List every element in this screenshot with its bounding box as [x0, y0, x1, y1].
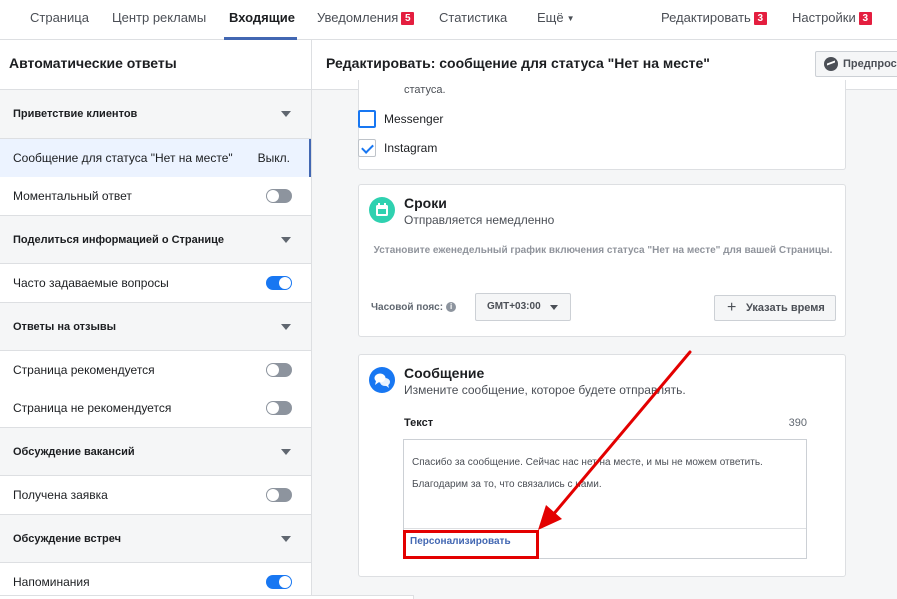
section-title: Обсуждение вакансий	[13, 446, 135, 458]
sidebar-item-faq[interactable]: Часто задаваемые вопросы	[0, 264, 311, 302]
chevron-down-icon	[281, 448, 291, 455]
timezone-value: GMT+03:00	[487, 301, 541, 312]
nav-tab-ad-center[interactable]: Центр рекламы	[112, 0, 206, 40]
messenger-checkbox[interactable]	[358, 110, 376, 128]
schedule-description: Установите еженедельный график включения…	[373, 245, 833, 256]
messenger-label: Messenger	[384, 112, 444, 126]
nav-tab-statistics[interactable]: Статистика	[439, 0, 507, 40]
timezone-label: Часовой пояс: i	[371, 302, 457, 313]
section-title: Обсуждение встреч	[13, 533, 121, 545]
status-text: Выкл.	[257, 151, 290, 165]
recommended-toggle[interactable]	[266, 363, 292, 377]
edit-badge: 3	[753, 12, 767, 25]
caret-down-icon: ▼	[566, 14, 575, 23]
annotation-highlight-box	[403, 530, 539, 559]
preview-button[interactable]: Предпрос	[815, 51, 897, 77]
schedule-title: Сроки	[404, 195, 447, 211]
nav-tab-label: Входящие	[229, 10, 295, 25]
bottom-strip	[0, 595, 414, 599]
nav-tab-page[interactable]: Страница	[30, 0, 89, 40]
faq-toggle[interactable]	[266, 276, 292, 290]
nav-edit-page[interactable]: Редактировать 3	[661, 0, 767, 40]
notifications-badge: 5	[401, 12, 415, 25]
message-subtitle: Измените сообщение, которое будете отпра…	[404, 383, 686, 397]
sidebar-item-label: Часто задаваемые вопросы	[13, 276, 169, 290]
messenger-icon	[824, 57, 838, 71]
sidebar-item-label: Получена заявка	[13, 488, 108, 502]
nav-tab-label: Страница	[30, 10, 89, 25]
set-time-label: Указать время	[746, 302, 825, 314]
nav-tab-inbox[interactable]: Входящие	[229, 0, 295, 40]
message-text[interactable]: Спасибо за сообщение. Сейчас нас нет на …	[412, 452, 792, 496]
page-title: Редактировать: сообщение для статуса "Не…	[326, 55, 710, 71]
sidebar-item-not-recommended[interactable]: Страница не рекомендуется	[0, 389, 311, 427]
plus-icon: +	[727, 299, 737, 316]
section-title: Поделиться информацией о Странице	[13, 234, 225, 246]
chevron-down-icon	[281, 323, 291, 330]
nav-settings-label: Настройки	[792, 10, 856, 25]
sidebar-item-label: Моментальный ответ	[13, 189, 132, 203]
message-title: Сообщение	[404, 365, 485, 381]
text-label: Текст	[404, 417, 434, 429]
platforms-cut-text: статуса.	[404, 84, 446, 96]
sidebar-item-reminders[interactable]: Напоминания	[0, 563, 311, 599]
sidebar-section-greeting[interactable]: Приветствие клиентов	[0, 90, 311, 139]
caret-down-icon	[550, 305, 558, 310]
calendar-icon	[369, 197, 395, 223]
sidebar-item-away-message[interactable]: Сообщение для статуса "Нет на месте" Выкл…	[0, 139, 311, 177]
application-toggle[interactable]	[266, 488, 292, 502]
instant-reply-toggle[interactable]	[266, 189, 292, 203]
sidebar-item-instant-reply[interactable]: Моментальный ответ	[0, 177, 311, 215]
set-time-button[interactable]: + Указать время	[714, 295, 836, 321]
main-panel: Редактировать: сообщение для статуса "Не…	[312, 40, 897, 599]
settings-badge: 3	[858, 12, 872, 25]
sidebar-item-recommended[interactable]: Страница рекомендуется	[0, 351, 311, 389]
reminders-toggle[interactable]	[266, 575, 292, 589]
sidebar-section-share-info[interactable]: Поделиться информацией о Странице	[0, 215, 311, 264]
chevron-down-icon	[281, 111, 291, 117]
nav-settings[interactable]: Настройки 3	[792, 0, 872, 40]
nav-tab-label: Ещё	[537, 10, 564, 25]
nav-tab-more[interactable]: Ещё ▼	[537, 0, 575, 40]
sidebar-section-reviews[interactable]: Ответы на отзывы	[0, 302, 311, 351]
timezone-select[interactable]: GMT+03:00	[475, 293, 571, 321]
schedule-card: Сроки Отправляется немедленно Установите…	[358, 184, 846, 337]
nav-tab-label: Центр рекламы	[112, 10, 207, 25]
timezone-label-text: Часовой пояс:	[371, 302, 444, 313]
instagram-label: Instagram	[384, 141, 438, 155]
sidebar-section-jobs[interactable]: Обсуждение вакансий	[0, 427, 311, 476]
chevron-down-icon	[281, 535, 291, 542]
sidebar-section-appointments[interactable]: Обсуждение встреч	[0, 514, 311, 563]
chat-bubbles-icon	[369, 367, 395, 393]
sidebar-item-label: Сообщение для статуса "Нет на месте"	[13, 151, 233, 165]
divider	[404, 528, 806, 529]
chevron-down-icon	[281, 236, 291, 243]
info-icon[interactable]: i	[446, 302, 457, 312]
section-title: Ответы на отзывы	[13, 321, 117, 333]
sidebar-item-label: Страница рекомендуется	[13, 363, 155, 377]
nav-tab-notifications[interactable]: Уведомления 5	[317, 0, 415, 40]
sidebar: Автоматические ответы Приветствие клиент…	[0, 40, 312, 599]
schedule-subtitle: Отправляется немедленно	[404, 213, 555, 227]
sidebar-title: Автоматические ответы	[0, 40, 311, 90]
top-nav: Страница Центр рекламы Входящие Уведомле…	[0, 0, 897, 40]
char-count: 390	[788, 417, 807, 429]
nav-tab-label: Уведомления	[317, 10, 399, 25]
preview-button-label: Предпрос	[843, 58, 897, 70]
not-recommended-toggle[interactable]	[266, 401, 292, 415]
sidebar-item-label: Напоминания	[13, 575, 90, 589]
sidebar-item-application-received[interactable]: Получена заявка	[0, 476, 311, 514]
instagram-checkbox[interactable]	[358, 139, 376, 157]
sidebar-item-label: Страница не рекомендуется	[13, 401, 172, 415]
nav-tab-label: Статистика	[439, 10, 508, 25]
nav-edit-label: Редактировать	[661, 10, 751, 25]
section-title: Приветствие клиентов	[13, 108, 138, 120]
